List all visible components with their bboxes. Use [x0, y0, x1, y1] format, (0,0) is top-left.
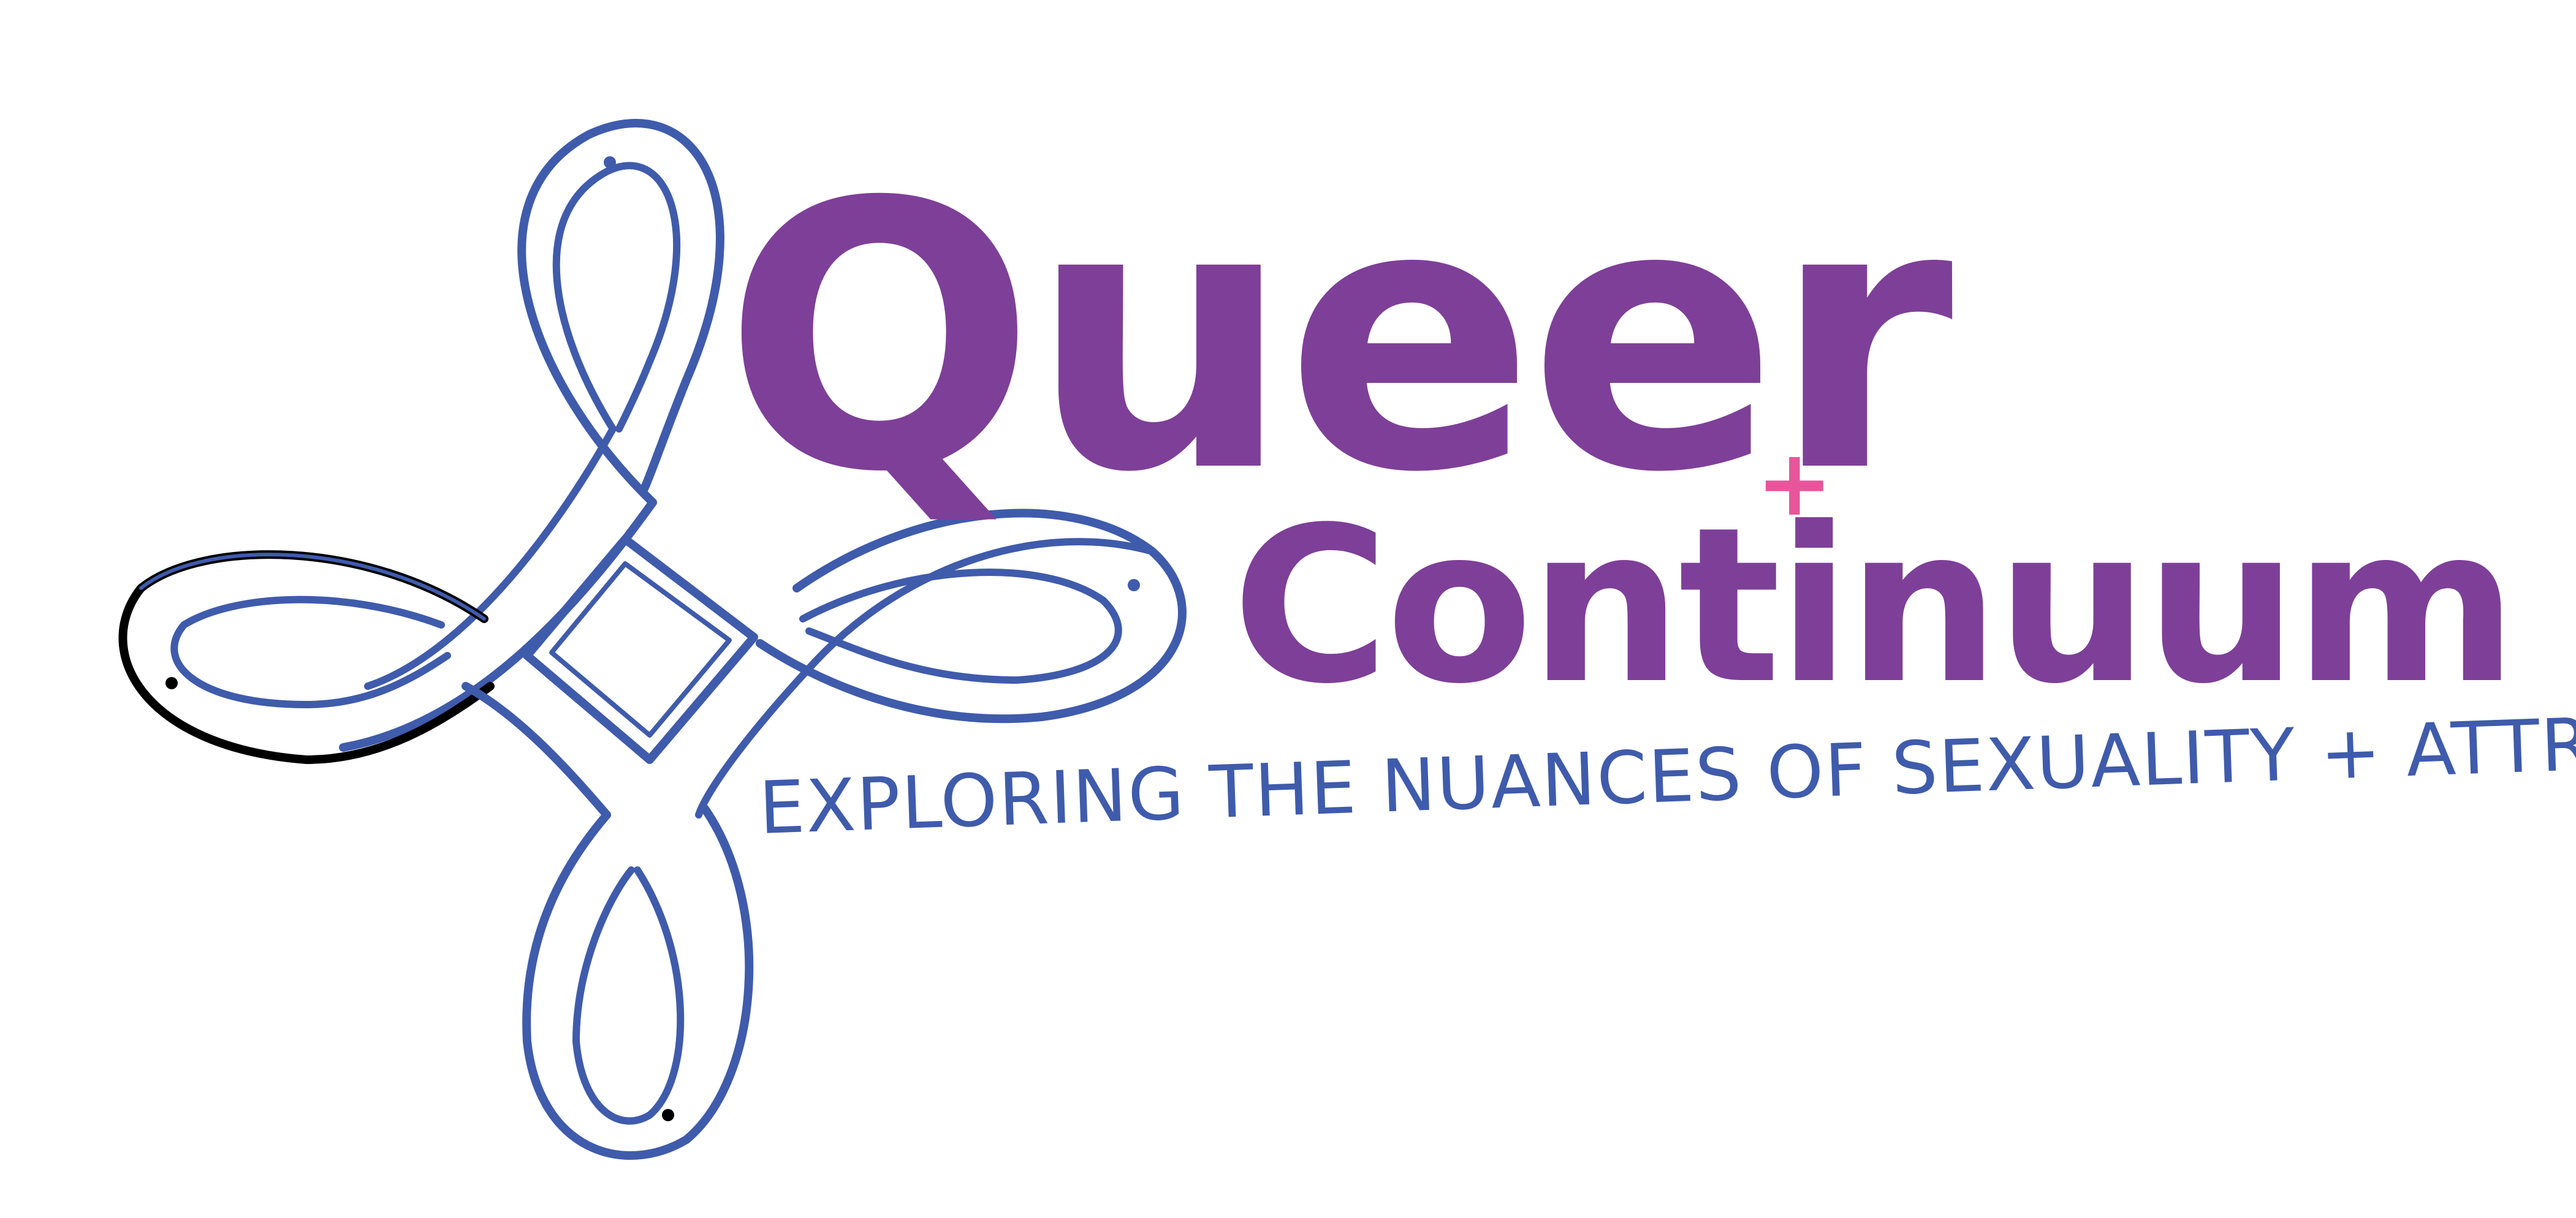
wordmark: Queer + Continuum EXPLORING THE NUANCES …: [723, 124, 2576, 850]
logo-canvas: Queer + Continuum EXPLORING THE NUANCES …: [0, 0, 2576, 1218]
wordmark-continuum: Continuum: [1232, 481, 2514, 731]
